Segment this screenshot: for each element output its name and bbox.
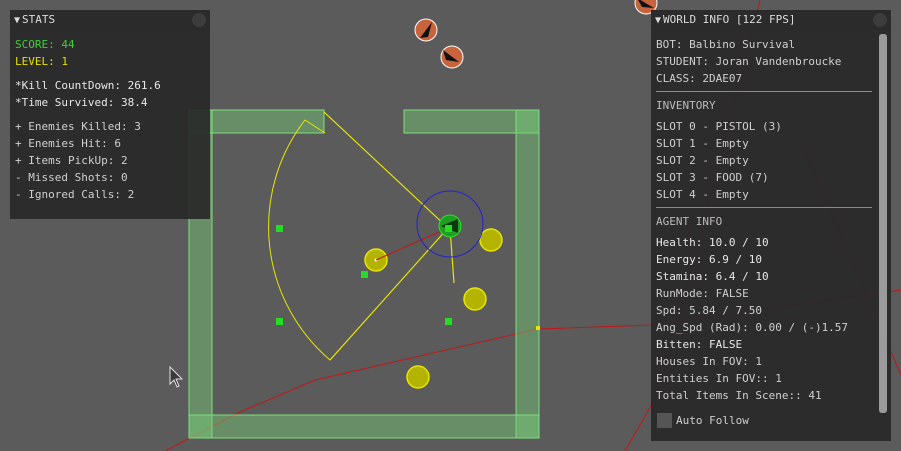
inventory-slot-0: SLOT 0 - PISTOL (3) [656,120,782,133]
stats-panel[interactable]: ▼ STATS SCORE: 44 LEVEL: 1 *Kill CountDow… [10,10,210,219]
collapse-arrow-icon[interactable]: ▼ [14,15,20,26]
bot-label: BOT: Balbino Survival [656,38,796,51]
enemies-hit-label: + Enemies Hit: 6 [15,137,121,150]
waypoint [276,225,283,232]
collapse-arrow-icon[interactable]: ▼ [655,15,661,26]
item [406,365,430,389]
ignored-calls-label: - Ignored Calls: 2 [15,188,135,201]
world-info-panel[interactable]: ▼ WORLD INFO [122 FPS] BOT: Balbino Survi… [651,10,891,441]
item [479,228,503,252]
fov-cone [268,111,449,361]
waypoint [445,318,452,325]
enemy [440,45,464,69]
total-items-label: Total Items In Scene:: 41 [656,389,822,402]
time-survived-label: *Time Survived: 38.4 [15,96,148,109]
enemies [414,0,658,69]
stamina-label: Stamina: 6.4 / 10 [656,270,769,283]
divider [656,91,872,92]
agent-marker [445,225,452,232]
entities-in-fov-label: Entities In FOV:: 1 [656,372,782,385]
houses-in-fov-label: Houses In FOV: 1 [656,355,762,368]
mouse-cursor-icon [169,365,184,388]
inventory-slot-2: SLOT 2 - Empty [656,154,749,167]
close-button[interactable] [873,13,887,27]
level-label: LEVEL: 1 [15,55,68,68]
world-info-body: BOT: Balbino Survival STUDENT: Joran Van… [651,30,879,410]
auto-follow-toggle[interactable]: Auto Follow [657,413,749,431]
fov-cone-edge [329,227,449,361]
enemies-killed-label: + Enemies Killed: 3 [15,120,141,133]
aim-line [375,227,449,261]
world-info-titlebar[interactable]: ▼ WORLD INFO [122 FPS] [651,10,891,30]
inventory-slot-4: SLOT 4 - Empty [656,188,749,201]
student-label: STUDENT: Joran Vandenbroucke [656,55,842,68]
class-label: CLASS: 2DAE07 [656,72,743,85]
kill-countdown-label: *Kill CountDown: 261.6 [15,79,161,92]
waypoint [361,271,368,278]
inventory-slot-3: SLOT 3 - FOOD (7) [656,171,769,184]
inventory-slot-1: SLOT 1 - Empty [656,137,749,150]
auto-follow-label: Auto Follow [676,414,749,427]
score-label: SCORE: 44 [15,38,75,51]
enemy [414,18,438,42]
house-wall-right [515,109,540,439]
missed-shots-label: - Missed Shots: 0 [15,171,128,184]
close-button[interactable] [192,13,206,27]
inventory-header: INVENTORY [656,99,716,112]
item [463,287,487,311]
items-pickup-label: + Items PickUp: 2 [15,154,128,167]
stats-panel-title: STATS [22,13,56,26]
scrollbar[interactable] [879,34,887,413]
house-wall-bottom [188,414,540,439]
divider [656,207,872,208]
health-label: Health: 10.0 / 10 [656,236,769,249]
waypoint [536,326,540,330]
angular-speed-label: Ang_Spd (Rad): 0.00 / (-)1.57 [656,321,849,334]
scrollbar-thumb[interactable] [879,34,887,413]
waypoint [276,318,283,325]
stats-panel-titlebar[interactable]: ▼ STATS [10,10,210,30]
agent-info-header: AGENT INFO [656,215,723,228]
run-mode-label: RunMode: FALSE [656,287,749,300]
auto-follow-checkbox[interactable] [657,413,672,428]
speed-label: Spd: 5.84 / 7.50 [656,304,762,317]
bitten-label: Bitten: FALSE [656,338,743,351]
stats-panel-body: SCORE: 44 LEVEL: 1 *Kill CountDown: 261.… [10,30,210,209]
energy-label: Energy: 6.9 / 10 [656,253,762,266]
world-info-title: WORLD INFO [122 FPS] [663,13,796,26]
